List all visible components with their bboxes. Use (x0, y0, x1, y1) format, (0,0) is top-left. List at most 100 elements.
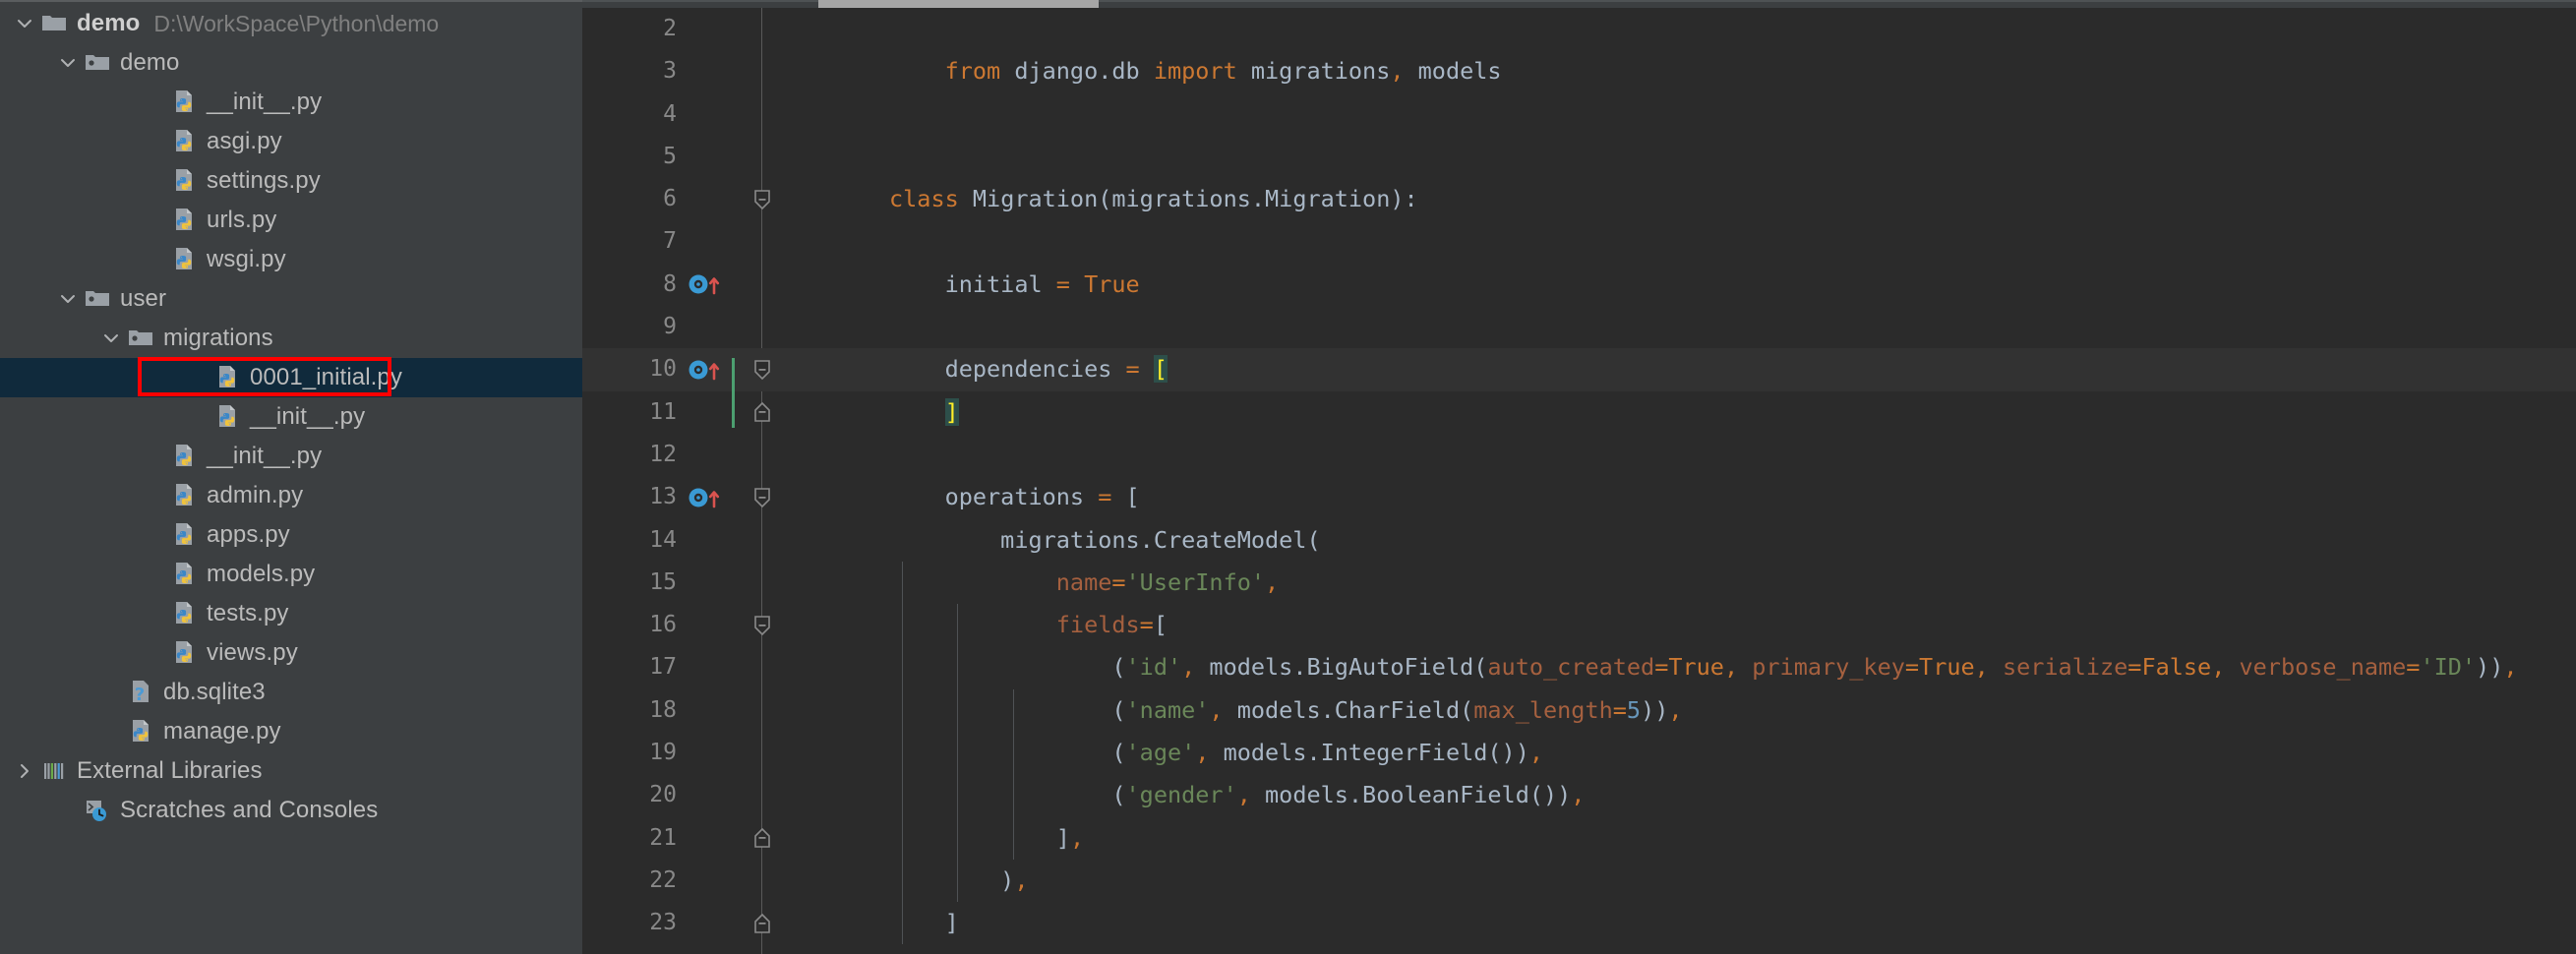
python-file-icon (169, 206, 199, 235)
unknown-file-icon: ? (126, 678, 155, 707)
code-text[interactable]: ('age', models.IntegerField()), (889, 732, 1543, 774)
line-number: 21 (649, 824, 677, 851)
fold-region-end-icon[interactable] (748, 391, 777, 434)
code-line[interactable]: 6 class Migration(migrations.Migration): (582, 178, 2576, 220)
code-line[interactable]: 2 (582, 8, 2576, 50)
code-text[interactable]: operations = [ (889, 476, 1140, 518)
tree-item-init-py-migrations[interactable]: __init__.py (0, 397, 582, 437)
code-line[interactable]: 8 initial = True (582, 264, 2576, 306)
code-text[interactable]: ('gender', models.BooleanField()), (889, 774, 1585, 816)
code-token: django.db (1000, 57, 1154, 86)
scratches-icon (83, 796, 112, 825)
tree-item-init-py-demo[interactable]: __init__.py (0, 83, 582, 122)
code-line[interactable]: 15 name='UserInfo', (582, 562, 2576, 604)
tree-item-label: views.py (207, 639, 298, 666)
code-text[interactable]: ), (889, 860, 1028, 902)
code-text[interactable]: fields=[ (889, 604, 1168, 646)
tree-item-settings-py[interactable]: settings.py (0, 161, 582, 201)
project-tool-window[interactable]: demo D:\WorkSpace\Python\demo demo __init__… (0, 0, 582, 954)
tree-item-init-py-user[interactable]: __init__.py (0, 437, 582, 476)
tree-item-external-libraries[interactable]: External Libraries (0, 751, 582, 791)
tree-item-label: Scratches and Consoles (120, 797, 379, 823)
code-token: , (1069, 823, 1085, 852)
code-text[interactable]: ] (889, 391, 959, 434)
indent-guide (1012, 689, 1014, 860)
code-line[interactable]: 18 ('name', models.CharField(max_length=… (582, 689, 2576, 732)
vcs-change-marker[interactable] (732, 358, 735, 428)
tree-item-label: __init__.py (207, 89, 323, 115)
field-override-icon[interactable] (687, 348, 736, 390)
fold-region-start-icon[interactable] (748, 178, 777, 220)
tree-item-demo-package[interactable]: demo (0, 43, 582, 83)
tree-item-asgi-py[interactable]: asgi.py (0, 122, 582, 161)
code-text[interactable]: class Migration(migrations.Migration): (889, 178, 1418, 220)
code-line[interactable]: 20 ('gender', models.BooleanField()), (582, 774, 2576, 816)
fold-region-start-icon[interactable] (748, 348, 777, 390)
code-text[interactable]: migrations.CreateModel( (889, 519, 1320, 562)
code-line[interactable]: 9 (582, 306, 2576, 348)
code-text[interactable]: ('id', models.BigAutoField(auto_created=… (889, 646, 2517, 688)
editor-tab-strip[interactable] (582, 0, 2576, 8)
fold-region-start-icon[interactable] (748, 604, 777, 646)
project-tree[interactable]: demo D:\WorkSpace\Python\demo demo __init__… (0, 0, 582, 830)
code-line[interactable]: 21 ], (582, 817, 2576, 860)
field-override-icon[interactable] (687, 264, 736, 306)
code-text[interactable]: initial = True (889, 264, 1140, 306)
chevron-down-icon[interactable] (98, 326, 124, 351)
code-token: ( (1473, 653, 1488, 682)
code-text[interactable]: from django.db import migrations, models (889, 50, 1502, 92)
code-line[interactable]: 10 dependencies = [ (582, 348, 2576, 391)
tree-item-apps-py[interactable]: apps.py (0, 515, 582, 555)
code-line[interactable]: 16 fields=[ (582, 604, 2576, 646)
fold-region-start-icon[interactable] (748, 476, 777, 518)
tree-item-user-package[interactable]: user (0, 279, 582, 319)
code-line[interactable]: 19 ('age', models.IntegerField()), (582, 732, 2576, 774)
code-text[interactable]: dependencies = [ (889, 348, 1168, 390)
code-line[interactable]: 12 (582, 434, 2576, 476)
active-editor-tab[interactable] (818, 0, 1099, 8)
tree-item-urls-py[interactable]: urls.py (0, 201, 582, 240)
tree-item-models-py[interactable]: models.py (0, 555, 582, 594)
tree-item-label: __init__.py (207, 443, 323, 469)
tree-item-wsgi-py[interactable]: wsgi.py (0, 240, 582, 279)
code-text[interactable]: ], (889, 817, 1084, 860)
tree-item-0001-initial-py[interactable]: 0001_initial.py (0, 358, 582, 397)
tree-item-db-sqlite3[interactable]: ? db.sqlite3 (0, 673, 582, 712)
code-text[interactable]: name='UserInfo', (889, 562, 1279, 604)
chevron-down-icon[interactable] (55, 50, 81, 76)
tree-item-views-py[interactable]: views.py (0, 633, 582, 673)
chevron-down-icon[interactable] (12, 11, 37, 36)
code-line[interactable]: 23 ] (582, 902, 2576, 944)
chevron-down-icon[interactable] (55, 286, 81, 312)
code-content[interactable]: 23 from django.db import migrations, mod… (582, 8, 2576, 954)
tree-item-manage-py[interactable]: manage.py (0, 712, 582, 751)
tree-item-migrations-package[interactable]: migrations (0, 319, 582, 358)
code-line[interactable]: 3 from django.db import migrations, mode… (582, 50, 2576, 92)
field-override-icon[interactable] (687, 476, 736, 518)
code-line[interactable]: 13 operations = [ (582, 476, 2576, 518)
code-editor[interactable]: 23 from django.db import migrations, mod… (582, 0, 2576, 954)
code-text[interactable]: ] (889, 902, 959, 944)
tree-item-scratches-and-consoles[interactable]: Scratches and Consoles (0, 791, 582, 830)
code-line[interactable]: 7 (582, 220, 2576, 263)
code-token: , (1571, 781, 1586, 809)
code-token: 'id' (1125, 653, 1182, 682)
code-line[interactable]: 11 ] (582, 391, 2576, 434)
code-line[interactable]: 14 migrations.CreateModel( (582, 519, 2576, 562)
code-line[interactable]: 5 (582, 136, 2576, 178)
code-line[interactable]: 17 ('id', models.BigAutoField(auto_creat… (582, 646, 2576, 688)
tree-item-admin-py[interactable]: admin.py (0, 476, 582, 515)
code-text[interactable]: ('name', models.CharField(max_length=5))… (889, 689, 1682, 732)
code-line[interactable]: 22 ), (582, 860, 2576, 902)
tree-item-tests-py[interactable]: tests.py (0, 594, 582, 633)
chevron-right-icon[interactable] (12, 758, 37, 784)
fold-region-end-icon[interactable] (748, 817, 777, 860)
code-token: ( (1460, 695, 1474, 724)
tree-item-demo-root[interactable]: demo D:\WorkSpace\Python\demo (0, 4, 582, 43)
fold-region-end-icon[interactable] (748, 902, 777, 944)
code-line[interactable]: 4 (582, 93, 2576, 136)
